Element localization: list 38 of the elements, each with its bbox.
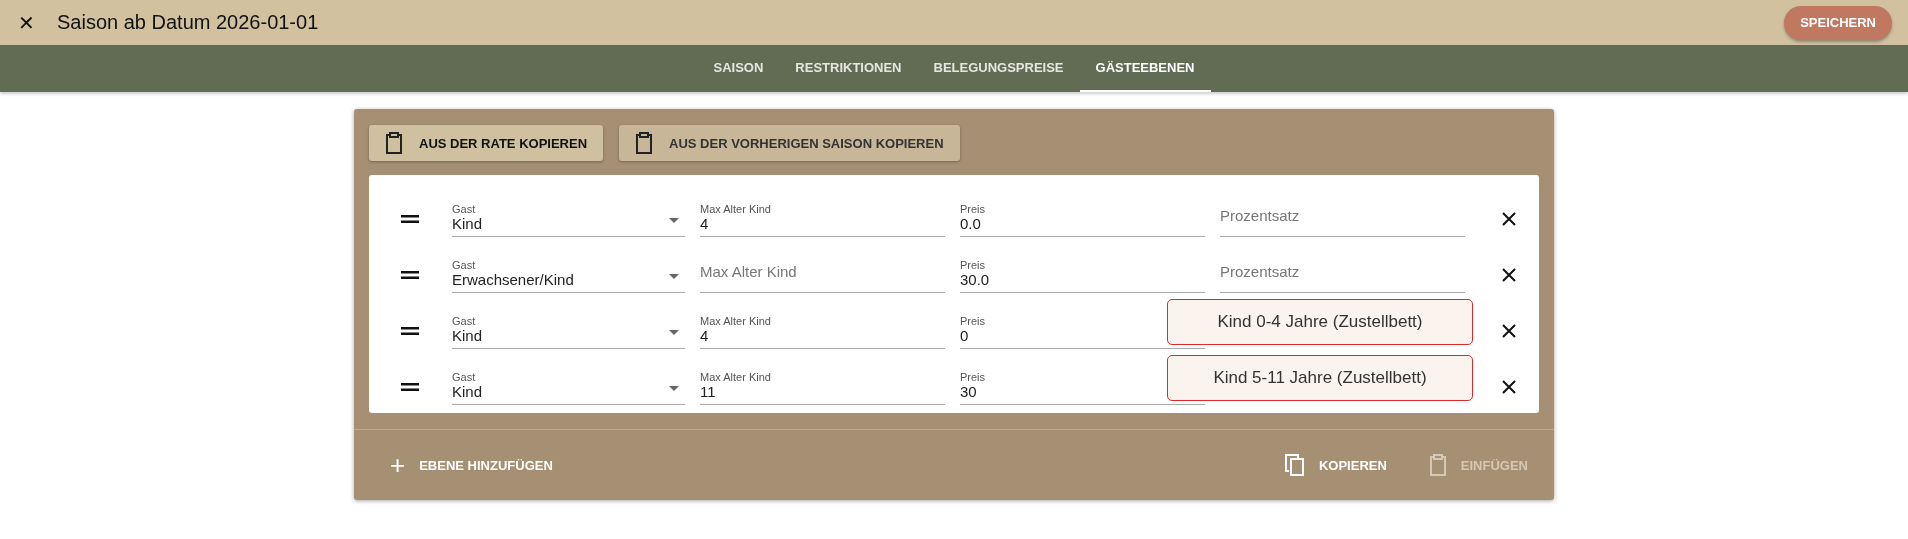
input-field[interactable]: Gast Erwachsener/Kind — [452, 255, 685, 293]
tab[interactable]: RESTRIKTIONEN — [779, 45, 918, 92]
drag-handle-icon[interactable] — [401, 383, 419, 391]
input-field[interactable]: Max Alter Kind — [700, 255, 945, 293]
drag-handle-icon[interactable] — [401, 327, 419, 335]
close-button[interactable]: ✕ — [10, 10, 43, 35]
caret-icon — [669, 274, 679, 279]
input-field[interactable]: Preis 30.0 — [960, 255, 1205, 293]
copy-button[interactable]: AUS DER RATE KOPIEREN — [369, 125, 604, 161]
note-tooltip: Kind 0-4 Jahre (Zustellbett) — [1167, 299, 1473, 345]
close-icon[interactable] — [1502, 324, 1516, 338]
caret-icon — [669, 386, 679, 391]
input-field[interactable]: Gast Kind — [452, 367, 685, 405]
drag-handle-icon[interactable] — [401, 215, 419, 223]
copy-button[interactable]: AUS DER VORHERIGEN SAISON KOPIEREN — [619, 125, 960, 161]
caret-icon — [669, 218, 679, 223]
clipboard-icon — [385, 132, 403, 154]
copy-icon — [1284, 454, 1305, 476]
tab[interactable]: SAISON — [697, 45, 780, 92]
window-title: Saison ab Datum 2026-01-01 — [57, 11, 320, 34]
input-field[interactable]: Prozentsatz — [1220, 199, 1465, 237]
close-icon[interactable] — [1502, 268, 1516, 282]
close-icon[interactable] — [1502, 212, 1516, 226]
input-field[interactable]: Preis 0.0 — [960, 199, 1205, 237]
clipboard-icon — [635, 132, 654, 154]
input-field[interactable]: Gast Kind — [452, 311, 685, 349]
note-tooltip: Kind 5-11 Jahre (Zustellbett) — [1167, 355, 1473, 401]
clipboard-icon — [1428, 454, 1447, 476]
input-field[interactable]: Gast Kind — [452, 199, 685, 237]
drag-handle-icon[interactable] — [401, 271, 419, 279]
tab[interactable]: BELEGUNGSPREISE — [917, 45, 1080, 92]
input-field[interactable]: Max Alter Kind 4 — [700, 199, 945, 237]
input-field[interactable]: Max Alter Kind 4 — [700, 311, 945, 349]
input-field[interactable]: Prozentsatz — [1220, 255, 1465, 293]
tab[interactable]: GÄSTEEBENEN — [1079, 45, 1211, 92]
close-icon[interactable] — [1502, 380, 1516, 394]
input-field[interactable]: Max Alter Kind 11 — [700, 367, 945, 405]
caret-icon — [669, 330, 679, 335]
